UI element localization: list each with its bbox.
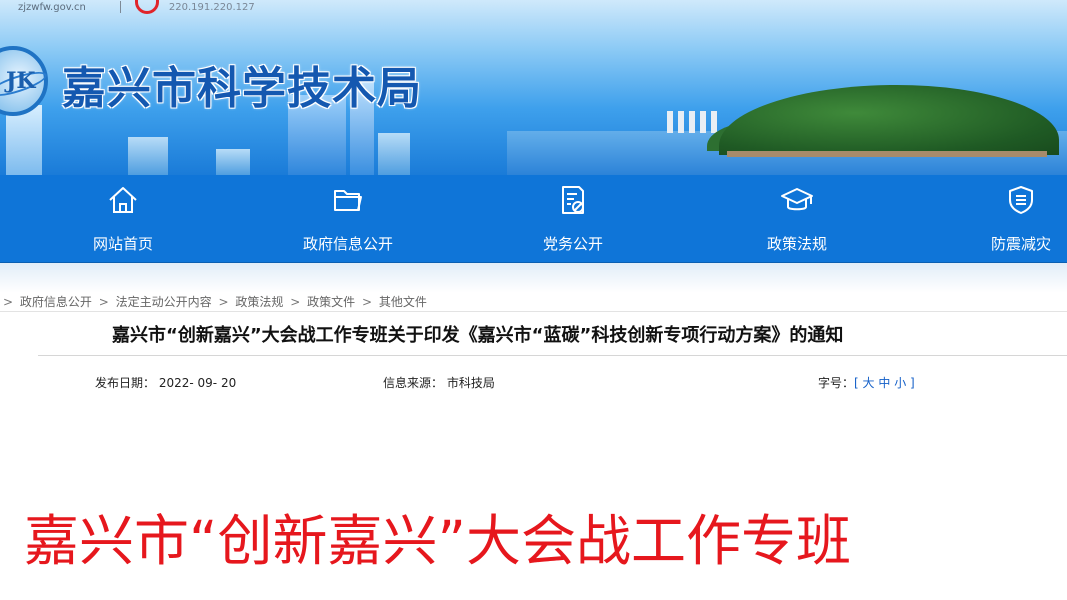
font-size-control: 字号：[ 大 中 小 ]	[818, 374, 915, 391]
graduation-cap-icon	[781, 188, 813, 211]
breadcrumb: > 政府信息公开 > 法定主动公开内容 > 政策法规 > 政策文件 > 其他文件	[0, 293, 427, 309]
nav-item-label: 网站首页	[92, 235, 153, 253]
nav-item-label: 防震减灾	[990, 235, 1051, 253]
folder-icon	[334, 190, 362, 211]
bracket-open: [	[854, 376, 863, 390]
breadcrumb-item[interactable]: 政策文件	[307, 295, 355, 309]
nav-item-home[interactable]: 网站首页	[38, 175, 208, 263]
nav-item-label: 政府信息公开	[302, 235, 393, 253]
breadcrumb-item[interactable]: 政策法规	[235, 295, 283, 309]
shield-icon	[1009, 186, 1033, 214]
main-nav: 网站首页 政府信息公开 党务公开 政策法规 防震减灾	[0, 175, 1067, 263]
home-icon	[109, 187, 137, 213]
breadcrumb-separator: >	[98, 295, 109, 309]
building-graphic	[216, 149, 250, 175]
divider	[0, 311, 1067, 312]
publish-date-value: 2022- 09- 20	[158, 376, 237, 390]
breadcrumb-item[interactable]: 其他文件	[379, 295, 427, 309]
publish-date-label: 发布日期：	[95, 376, 156, 390]
nav-shadow	[0, 263, 1067, 293]
party-document-icon	[562, 186, 584, 214]
info-source-label: 信息来源：	[383, 376, 444, 390]
info-source: 信息来源： 市科技局	[383, 374, 495, 391]
island-graphic	[719, 85, 1059, 155]
breadcrumb-separator: >	[3, 295, 14, 309]
building-graphic	[128, 137, 168, 175]
skyline-graphic	[667, 111, 717, 133]
breadcrumb-separator: >	[290, 295, 301, 309]
font-size-small-button[interactable]: 小	[894, 376, 906, 390]
nav-item-gov-info[interactable]: 政府信息公开	[263, 175, 433, 263]
logo-lettering: JK	[6, 68, 36, 94]
breadcrumb-item[interactable]: 政府信息公开	[20, 295, 92, 309]
building-graphic	[378, 133, 410, 175]
nav-item-policy[interactable]: 政策法规	[712, 175, 882, 263]
breadcrumb-separator: >	[218, 295, 229, 309]
portal-domain-link[interactable]: zjzwfw.gov.cn	[18, 2, 86, 13]
overlay-caption: 嘉兴市“创新嘉兴”大会战工作专班	[24, 509, 851, 573]
nav-item-label: 政策法规	[766, 235, 827, 253]
site-title[interactable]: 嘉兴市科学技术局	[62, 52, 422, 116]
site-banner: zjzwfw.gov.cn 220.191.220.127 JK 嘉兴市科学技术…	[0, 0, 1067, 175]
article-title: 嘉兴市“创新嘉兴”大会战工作专班关于印发《嘉兴市“蓝碳”科技创新专项行动方案》的…	[112, 325, 844, 346]
font-size-large-button[interactable]: 大	[863, 376, 875, 390]
font-size-label: 字号：	[818, 376, 855, 390]
info-source-value: 市科技局	[446, 376, 495, 390]
divider	[119, 1, 121, 13]
shore-graphic	[727, 151, 1047, 157]
nav-item-earthquake[interactable]: 防震减灾	[936, 175, 1067, 263]
nav-item-label: 党务公开	[542, 235, 603, 253]
gov-emblem-icon	[134, 0, 159, 14]
divider	[38, 355, 1067, 356]
bracket-close: ]	[906, 376, 915, 390]
breadcrumb-separator: >	[361, 295, 372, 309]
visitor-ip: 220.191.220.127	[168, 1, 255, 13]
top-info-bar: zjzwfw.gov.cn 220.191.220.127	[0, 0, 255, 14]
breadcrumb-item[interactable]: 法定主动公开内容	[116, 295, 212, 309]
nav-item-party-affairs[interactable]: 党务公开	[488, 175, 658, 263]
font-size-medium-button[interactable]: 中	[878, 376, 890, 390]
publish-date: 发布日期： 2022- 09- 20	[95, 374, 236, 391]
